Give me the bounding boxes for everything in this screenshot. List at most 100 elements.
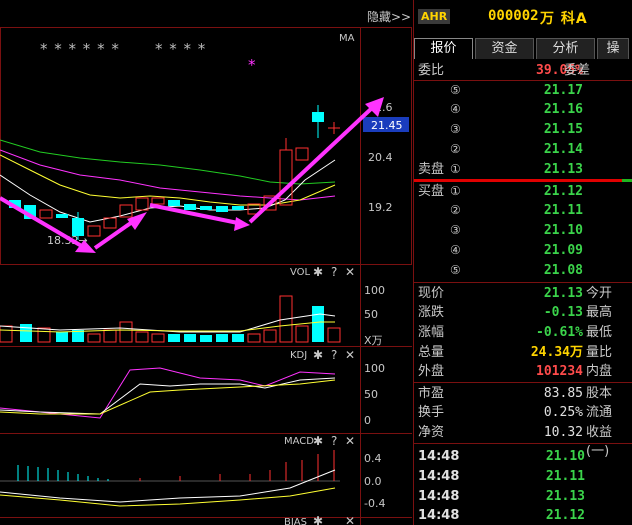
close-icon[interactable]: ✕ [345,514,355,525]
close-icon[interactable]: ✕ [345,434,355,448]
commission-ratio-row: 委比 39.05% 委差 [414,61,632,80]
quote-tabs: 报价 资金 分析 操 [414,38,632,60]
help-icon[interactable]: ? [331,434,337,448]
kdj-axis-mid: 50 [364,388,378,401]
hide-panel-button[interactable]: 隐藏>> [367,8,411,25]
macd-panel-controls[interactable]: ✱ ? ✕ [313,434,355,448]
signal-stars-left: * * * * * * [40,40,120,58]
sell-level-1[interactable]: 卖盘 ① 21.13 [414,160,632,179]
divider [414,382,632,383]
gear-icon[interactable]: ✱ [313,348,323,362]
buy-level-1[interactable]: 买盘 ① 21.12 [414,182,632,201]
kdj-panel-controls[interactable]: ✱ ? ✕ [313,348,355,362]
arrow-up-2 [248,106,374,224]
stat-row: 总量 24.34万 量比 [418,345,613,360]
main-price-panel [0,27,412,265]
market-badge[interactable]: AHR [418,9,451,24]
tick-row: 14:48 21.13 [418,489,585,504]
vol-panel-controls[interactable]: ✱ ? ✕ [313,265,355,279]
price-label-low: 19.2 [368,201,393,214]
kline-chart-svg[interactable]: 21.6 20.4 19.2 21.45 MA * * * * * * * * … [0,0,412,525]
candle [151,197,165,205]
quote-header: AHR 000002 万 科A [414,0,632,36]
vol-axis-unit: X万 [364,334,383,347]
candle [87,225,101,237]
stat-row: 外盘 101234 内盘 [418,364,613,379]
candle [168,200,180,206]
help-icon[interactable]: ? [331,265,337,279]
tab-quote[interactable]: 报价 [414,38,473,59]
stock-code: 000002 [488,8,539,24]
stock-name: 万 科A [540,11,588,27]
buy-level-2[interactable]: ② 21.11 [414,201,632,220]
macd-title: MACD [284,436,314,447]
current-price-tag: 21.45 [371,119,403,132]
candle [184,204,196,210]
vol-axis-top: 100 [364,284,385,297]
candle [200,206,212,210]
candle [103,217,117,229]
ratio-label: 委比 [418,63,445,78]
tick-row: 14:48 21.11 [418,469,585,484]
trend-arrows [0,97,384,253]
tab-funds[interactable]: 资金 [475,38,534,59]
vol-title: VOL [290,267,311,278]
fund-row: 净资 10.32 收益(一) [418,425,613,459]
tab-analysis[interactable]: 分析 [536,38,595,59]
kdj-axis-low: 0 [364,414,371,427]
kdj-axis-top: 100 [364,362,385,375]
candles [9,105,340,240]
sell-level-3[interactable]: ③ 21.15 [414,120,632,139]
signal-star-magenta: * [248,56,256,74]
close-icon[interactable]: ✕ [345,348,355,362]
bias-panel-controls[interactable]: ✱ ✕ [313,514,355,525]
stat-row: 涨跌 -0.13 最高 [418,305,613,320]
price-label-mid: 20.4 [368,151,393,164]
buy-level-3[interactable]: ③ 21.10 [414,221,632,240]
gear-icon[interactable]: ✱ [313,434,323,448]
diff-label: 委差 [564,63,591,78]
stat-row: 涨幅 -0.61% 最低 [418,325,613,340]
macd-axis-top: 0.4 [364,452,382,465]
ma-line-magenta [0,149,336,201]
arrowhead [234,217,250,231]
divider [414,282,632,283]
macd-axis-low: -0.4 [364,497,385,510]
macd-axis-zero: 0.0 [364,475,382,488]
kline-chart-area[interactable]: 21.6 20.4 19.2 21.45 MA * * * * * * * * … [0,0,412,525]
bias-title: BIAS [284,517,307,525]
tick-row: 14:48 21.12 [418,508,585,523]
buy-level-4[interactable]: ④ 21.09 [414,241,632,260]
sell-level-2[interactable]: ② 21.14 [414,140,632,159]
candle [135,197,149,211]
candle [216,206,228,212]
stat-row: 现价 21.13 今开 [418,286,613,301]
arrowhead [127,212,147,230]
ma-label: MA [339,33,355,44]
signal-stars-right: * * * * [155,40,206,58]
help-icon[interactable]: ? [331,348,337,362]
kdj-lines [0,367,336,419]
ma-line-yellow [0,154,336,206]
gear-icon[interactable]: ✱ [313,514,323,525]
quote-panel: AHR 000002 万 科A 报价 资金 分析 操 委比 39.05% 委差 … [413,0,632,525]
candle [295,147,309,161]
candle [39,209,53,219]
sell-level-5[interactable]: ⑤ 21.17 [414,81,632,100]
macd-lines [0,450,340,507]
candle [232,206,244,210]
candle [56,214,68,218]
tab-operate[interactable]: 操 [597,38,629,59]
kdj-title: KDJ [290,350,307,361]
ma-line-green [0,139,336,185]
divider [414,443,632,444]
fund-row: 市盈 83.85 股本 [418,386,613,401]
gear-icon[interactable]: ✱ [313,265,323,279]
tick-row: 14:48 21.10 [418,449,585,464]
close-icon[interactable]: ✕ [345,265,355,279]
candle [279,149,293,206]
sell-level-4[interactable]: ④ 21.16 [414,100,632,119]
fund-row: 换手 0.25% 流通 [418,405,613,420]
vol-axis-mid: 50 [364,308,378,321]
buy-level-5[interactable]: ⑤ 21.08 [414,261,632,280]
